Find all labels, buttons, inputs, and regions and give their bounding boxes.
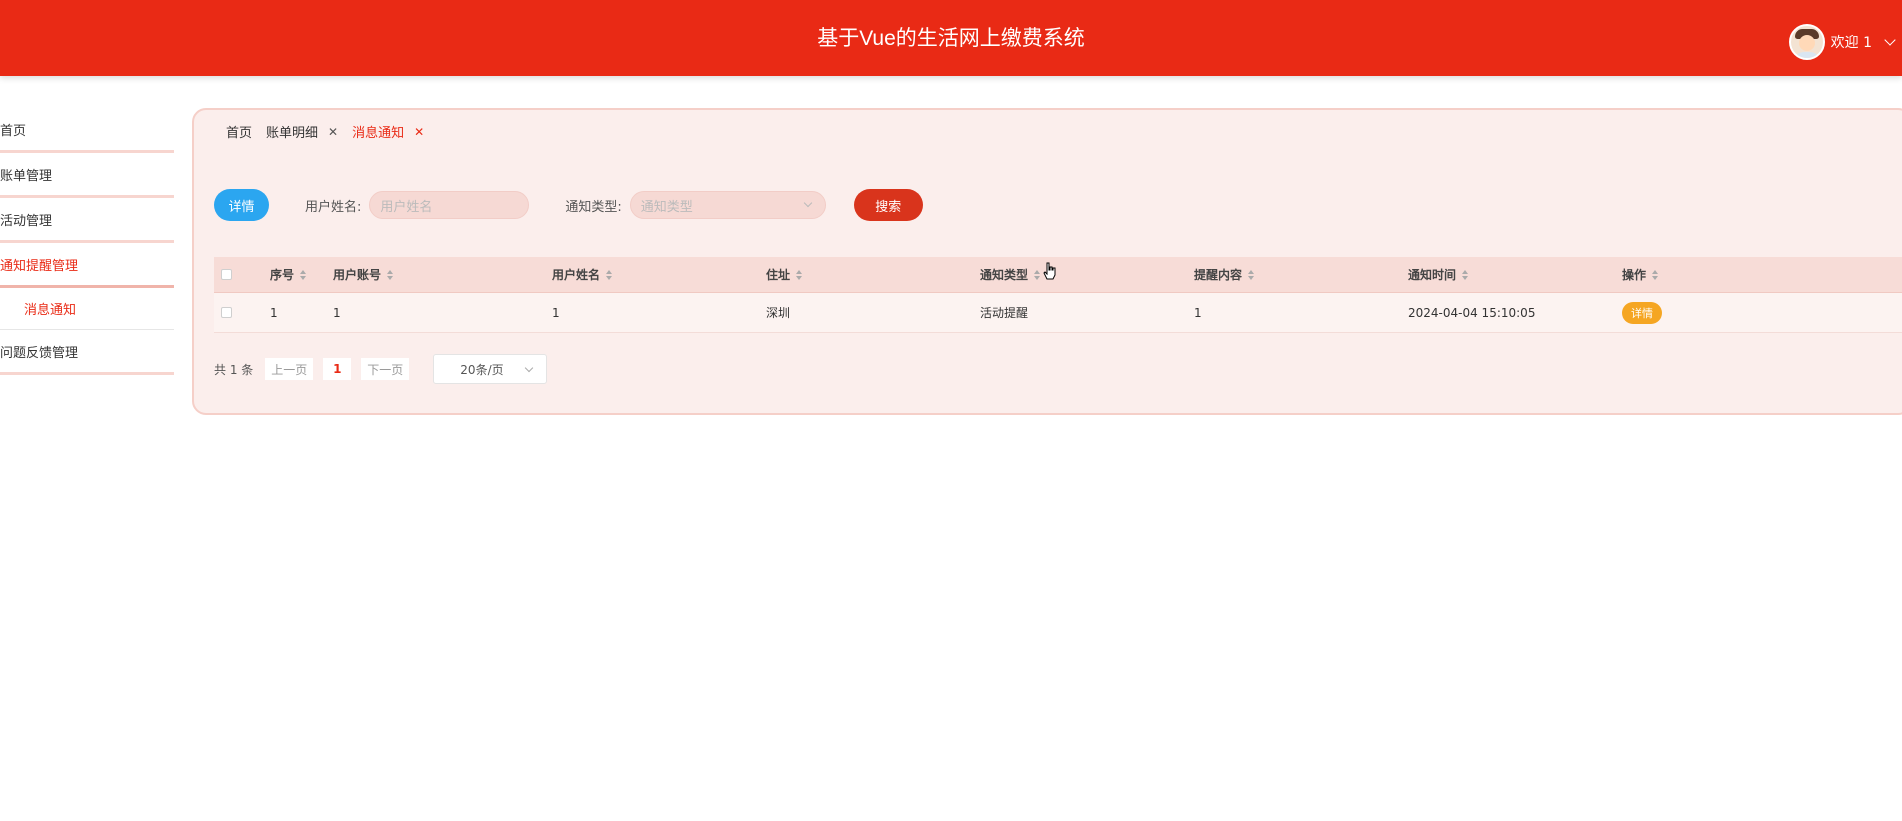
prev-page-button[interactable]: 上一页: [265, 358, 314, 380]
page-size-select[interactable]: 20条/页: [433, 354, 548, 384]
chevron-down-icon[interactable]: [1884, 33, 1896, 46]
row-checkbox[interactable]: [221, 307, 232, 318]
notify-type-label: 通知类型:: [565, 199, 622, 215]
welcome-text: 欢迎 1: [1830, 35, 1872, 51]
column-header[interactable]: 用户账号: [333, 266, 552, 283]
sidebar-subitem-message-notice[interactable]: 消息通知: [0, 288, 174, 330]
sort-icon[interactable]: [1652, 269, 1659, 280]
notification-table: 序号 用户账号 用户姓名 住址 通知类型 提醒内容 通知时间 操作 1 1 1 …: [214, 257, 1902, 333]
tab-home[interactable]: 首页: [226, 122, 252, 141]
column-header[interactable]: 操作: [1622, 266, 1822, 283]
search-toolbar: 详情 用户姓名: 用户姓名 通知类型: 通知类型 搜索: [214, 188, 923, 222]
close-icon[interactable]: ✕: [414, 125, 424, 139]
user-name-label: 用户姓名:: [305, 199, 362, 215]
page-number-1[interactable]: 1: [323, 358, 352, 380]
sort-icon[interactable]: [300, 269, 307, 280]
sidebar-item-feedback-management[interactable]: 问题反馈管理: [0, 330, 174, 375]
column-header[interactable]: 用户姓名: [552, 266, 766, 283]
chevron-down-icon: [525, 363, 534, 373]
column-header[interactable]: 提醒内容: [1194, 266, 1408, 283]
tab-label: 首页: [226, 126, 253, 141]
sort-icon[interactable]: [1248, 269, 1255, 280]
chevron-down-icon: [803, 198, 813, 208]
search-button[interactable]: 搜索: [853, 189, 923, 221]
user-menu[interactable]: 欢迎 1: [1788, 24, 1896, 60]
column-header[interactable]: 通知时间: [1408, 266, 1622, 283]
sort-icon[interactable]: [1034, 269, 1041, 280]
table-cell: 深圳: [766, 306, 791, 320]
detail-button[interactable]: 详情: [214, 189, 269, 221]
app-title: 基于Vue的生活网上缴费系统: [817, 27, 1085, 50]
row-detail-button[interactable]: 详情: [1622, 301, 1662, 324]
table-cell: 1: [270, 305, 278, 320]
sidebar-item-home[interactable]: 首页: [0, 108, 174, 153]
sidebar-item-activity-management[interactable]: 活动管理: [0, 198, 174, 243]
tab-bill-detail[interactable]: 账单明细 ✕: [266, 122, 338, 142]
table-cell: 1: [552, 305, 560, 320]
table-cell: 1: [1194, 305, 1202, 320]
column-header[interactable]: 序号: [270, 266, 333, 283]
notify-type-placeholder: 通知类型: [640, 199, 693, 215]
tab-bar: 首页 账单明细 ✕ 消息通知 ✕: [226, 122, 438, 142]
tab-label: 消息通知: [352, 126, 405, 141]
sort-icon[interactable]: [1462, 269, 1469, 280]
table-cell: 1: [333, 305, 341, 320]
next-page-button[interactable]: 下一页: [361, 358, 410, 380]
tab-label: 账单明细: [266, 126, 319, 141]
sort-icon[interactable]: [606, 269, 613, 280]
pagination: 共 1 条 上一页 1 下一页 20条/页: [214, 354, 548, 384]
total-count: 共 1 条: [214, 362, 254, 377]
user-name-input[interactable]: 用户姓名: [369, 191, 530, 219]
sort-icon[interactable]: [796, 269, 803, 280]
page-size-value: 20条/页: [460, 362, 504, 377]
tab-message-notice[interactable]: 消息通知 ✕: [352, 122, 424, 142]
table-cell: 2024-04-04 15:10:05: [1408, 305, 1536, 320]
sidebar: 首页 账单管理 活动管理 通知提醒管理 消息通知 问题反馈管理: [0, 108, 174, 375]
column-header[interactable]: 通知类型: [980, 266, 1194, 283]
top-header: 基于Vue的生活网上缴费系统 欢迎 1: [0, 0, 1902, 76]
sidebar-item-bill-management[interactable]: 账单管理: [0, 153, 174, 198]
select-all-checkbox[interactable]: [221, 269, 232, 280]
sort-icon[interactable]: [387, 269, 394, 280]
avatar[interactable]: [1788, 24, 1825, 60]
table-header: 序号 用户账号 用户姓名 住址 通知类型 提醒内容 通知时间 操作: [214, 257, 1902, 293]
notify-type-select[interactable]: 通知类型: [629, 191, 826, 219]
table-cell: 活动提醒: [980, 306, 1029, 320]
close-icon[interactable]: ✕: [328, 125, 338, 139]
hand-cursor-icon: [1043, 262, 1056, 280]
column-header[interactable]: 住址: [766, 266, 980, 283]
table-row[interactable]: 1 1 1 深圳 活动提醒 1 2024-04-04 15:10:05 详情: [214, 293, 1902, 333]
sidebar-item-notification-management[interactable]: 通知提醒管理: [0, 243, 174, 288]
